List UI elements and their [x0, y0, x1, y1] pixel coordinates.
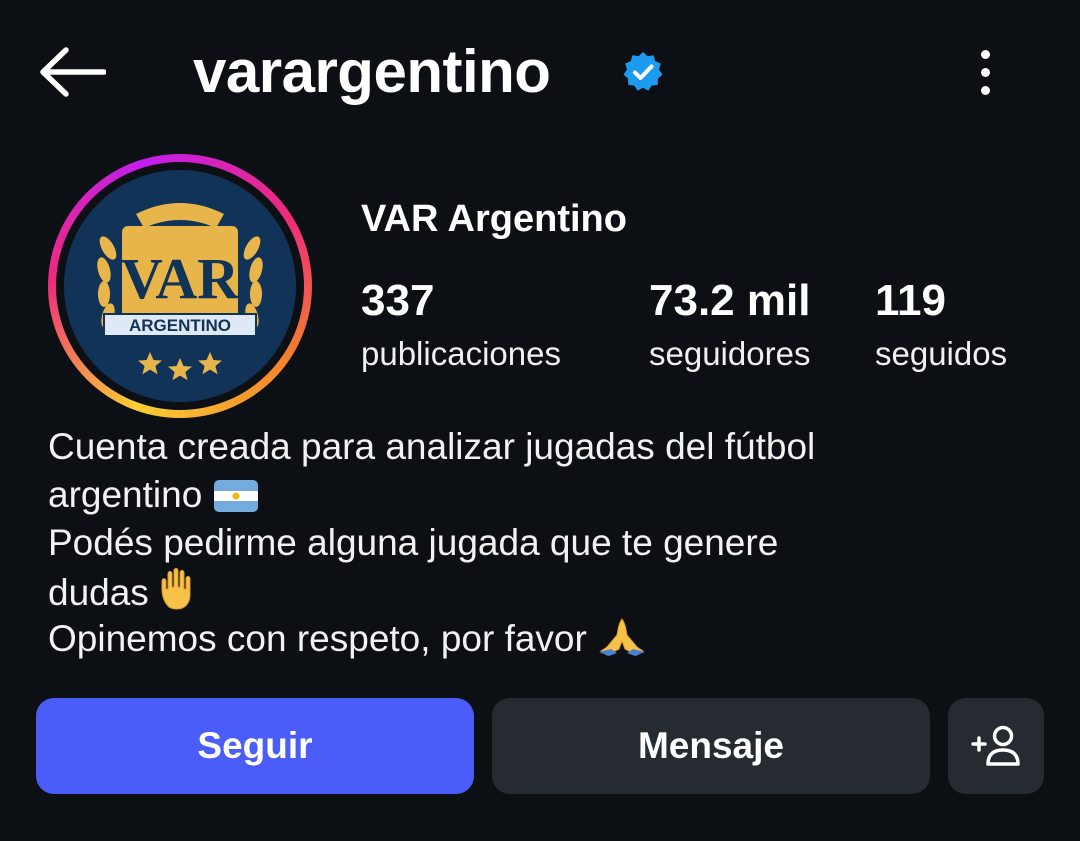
add-user-icon	[971, 725, 1020, 766]
message-button-label: Mensaje	[637, 725, 784, 766]
bio-line: dudas	[48, 572, 149, 613]
follow-button[interactable]: Seguir	[36, 698, 474, 794]
back-button[interactable]	[36, 40, 108, 104]
bio-line: Cuenta creada para analizar jugadas del …	[48, 426, 816, 467]
story-ring[interactable]: VAR ARGENTINO	[48, 154, 312, 418]
argentina-flag-icon	[213, 480, 258, 512]
profile-bio: Cuenta creada para analizar jugadas del …	[48, 423, 1048, 663]
var-argentino-logo: VAR ARGENTINO	[64, 170, 296, 402]
followers-label: seguidores	[649, 335, 811, 372]
stat-followers[interactable]: 73.2 mil seguidores	[649, 276, 810, 374]
avatar: VAR ARGENTINO	[64, 170, 296, 402]
logo-text: VAR	[121, 246, 240, 311]
stat-following[interactable]: 119 seguidos	[875, 276, 1007, 374]
posts-count: 337	[361, 276, 435, 325]
following-count: 119	[875, 276, 946, 325]
message-button[interactable]: Mensaje	[492, 698, 930, 794]
more-vertical-icon	[980, 49, 990, 59]
bio-line: argentino	[48, 474, 203, 515]
raised-hand-icon	[161, 567, 191, 610]
more-options-button[interactable]	[960, 40, 1010, 104]
profile-username: varargentino	[193, 38, 551, 105]
logo-banner: ARGENTINO	[129, 316, 231, 335]
profile-header: varargentino	[0, 0, 1080, 140]
following-label: seguidos	[875, 335, 1008, 372]
folded-hands-icon	[599, 618, 646, 656]
arrow-left-icon	[40, 47, 106, 97]
suggested-users-button[interactable]	[948, 698, 1044, 794]
followers-count: 73.2 mil	[649, 276, 811, 325]
posts-label: publicaciones	[361, 335, 561, 372]
profile-display-name: VAR Argentino	[361, 198, 627, 240]
stat-posts[interactable]: 337 publicaciones	[361, 276, 561, 374]
follow-button-label: Seguir	[197, 725, 313, 766]
bio-line: Podés pedirme alguna jugada que te gener…	[48, 522, 779, 563]
bio-line: Opinemos con respeto, por favor	[48, 618, 587, 659]
verified-badge-icon	[623, 52, 663, 91]
